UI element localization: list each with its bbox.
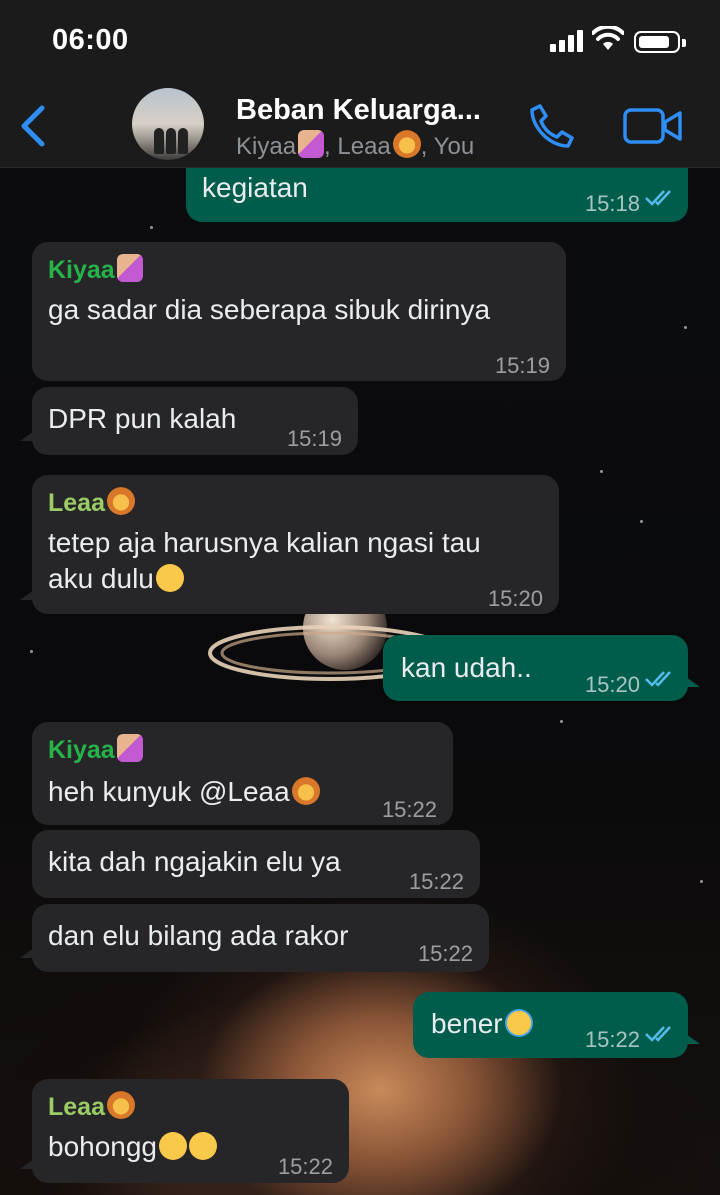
message-text: kegiatan: [202, 172, 308, 203]
message-bubble-incoming[interactable]: Kiyaa ga sadar dia seberapa sibuk diriny…: [32, 242, 566, 381]
message-time: 15:18: [584, 191, 640, 216]
group-title[interactable]: Beban Keluarga...: [236, 94, 526, 127]
nail-polish-emoji: [116, 734, 143, 762]
message-bubble-incoming[interactable]: Kiyaa heh kunyuk @Leaa 15:22: [32, 722, 453, 825]
video-call-button[interactable]: [622, 102, 684, 150]
message-bubble-outgoing[interactable]: kan udah.. 15:20: [383, 635, 700, 701]
lion-emoji: [291, 777, 320, 805]
message-bubble-incoming[interactable]: kita dah ngajakin elu ya 15:22: [32, 830, 480, 898]
read-receipt-icon: [645, 671, 671, 687]
wifi-icon: [592, 26, 624, 50]
message-text-row: bener: [431, 1006, 533, 1042]
message-text-line-2: aku dulu: [48, 561, 184, 597]
member-kiyaa: Kiyaa: [236, 133, 297, 160]
member-you: , You: [420, 133, 475, 160]
message-bubble-incoming[interactable]: Leaa bohongg 15:22: [20, 1079, 349, 1183]
message-text: heh kunyuk @Leaa: [48, 776, 290, 807]
message-text-row: bohongg: [48, 1129, 218, 1165]
nail-polish-emoji: [298, 130, 325, 158]
message-bubble-incoming[interactable]: dan elu bilang ada rakor 15:22: [20, 904, 489, 972]
message-text: bohongg: [48, 1131, 158, 1162]
nail-polish-emoji: [116, 254, 143, 282]
chat-header: Beban Keluarga... Kiyaa , Leaa , You: [0, 84, 720, 168]
pensive-face-emoji: [155, 564, 184, 592]
message-time: 15:22: [408, 869, 464, 894]
battery-icon: [634, 31, 686, 53]
message-bubble-incoming[interactable]: DPR pun kalah 15:19: [20, 387, 358, 455]
message-time: 15:19: [494, 353, 550, 378]
message-time: 15:22: [584, 1027, 640, 1052]
message-sender: Leaa: [48, 485, 135, 521]
lion-emoji: [392, 130, 421, 158]
message-time: 15:20: [584, 672, 640, 697]
message-text: bener: [431, 1008, 503, 1039]
lion-emoji: [106, 487, 135, 515]
lion-emoji: [106, 1091, 135, 1119]
cellular-signal-icon: [550, 30, 586, 52]
message-sender: Kiyaa: [48, 252, 143, 288]
sender-name: Kiyaa: [48, 736, 115, 764]
read-receipt-icon: [645, 190, 671, 206]
message-text: aku dulu: [48, 563, 154, 594]
message-sender: Kiyaa: [48, 732, 143, 768]
message-text-row: heh kunyuk @Leaa: [48, 774, 320, 810]
expressionless-face-emoji: [159, 1132, 188, 1160]
message-time: 15:22: [277, 1154, 333, 1179]
clock: 06:00: [52, 24, 129, 56]
message-time: 15:22: [381, 797, 437, 822]
message-bubble-incoming[interactable]: Leaa tetep aja harusnya kalian ngasi tau…: [20, 475, 559, 614]
expressionless-face-emoji: [189, 1132, 218, 1160]
sender-name: Leaa: [48, 489, 105, 517]
message-text-line-1: tetep aja harusnya kalian ngasi tau: [48, 527, 481, 558]
message-text: dan elu bilang ada rakor: [48, 920, 349, 951]
loudly-crying-face-emoji: [504, 1009, 533, 1037]
group-members[interactable]: Kiyaa , Leaa , You: [236, 130, 474, 161]
message-bubble-outgoing[interactable]: kegiatan 15:18: [186, 168, 688, 222]
sender-name: Kiyaa: [48, 256, 115, 284]
message-time: 15:20: [487, 586, 543, 611]
back-button[interactable]: [14, 102, 54, 150]
message-text: kita dah ngajakin elu ya: [48, 846, 341, 877]
read-receipt-icon: [645, 1026, 671, 1042]
group-avatar[interactable]: [132, 88, 204, 160]
message-text: ga sadar dia seberapa sibuk dirinya: [48, 294, 491, 325]
message-sender: Leaa: [48, 1089, 135, 1125]
status-bar: 06:00: [0, 0, 720, 84]
sender-name: Leaa: [48, 1093, 105, 1121]
member-leaa: , Leaa: [324, 133, 391, 160]
message-bubble-outgoing[interactable]: bener 15:22: [413, 992, 700, 1058]
message-time: 15:22: [417, 941, 473, 966]
message-text: kan udah..: [401, 652, 532, 683]
voice-call-button[interactable]: [526, 100, 578, 152]
message-text: DPR pun kalah: [48, 403, 237, 434]
message-time: 15:19: [286, 426, 342, 451]
